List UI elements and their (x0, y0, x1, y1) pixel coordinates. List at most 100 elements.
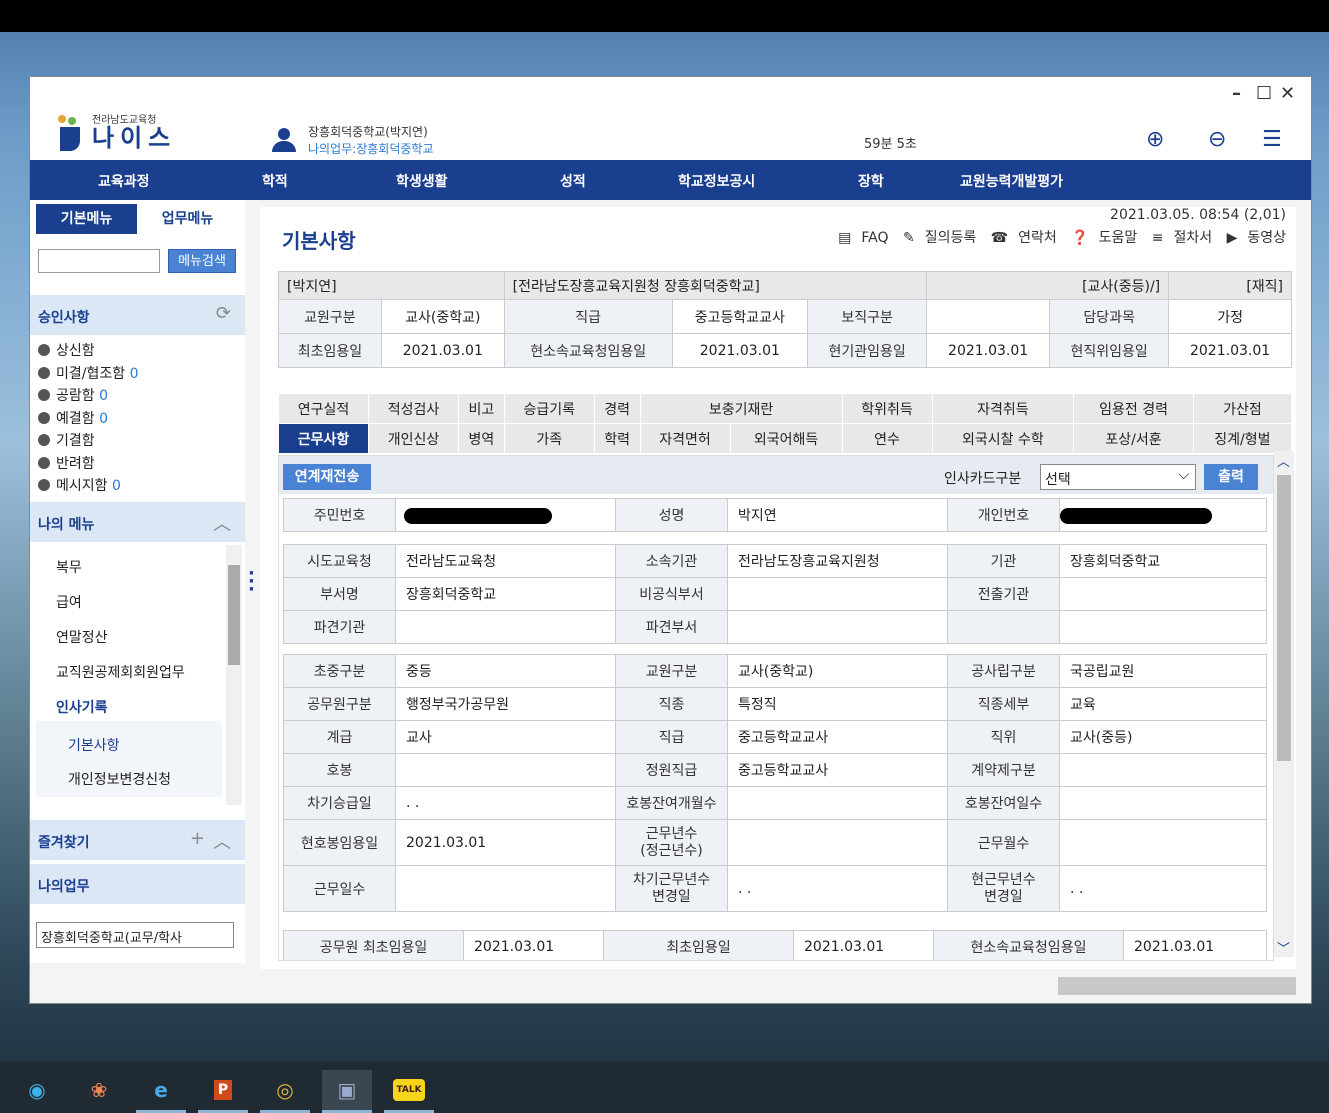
tab-personal[interactable]: 개인신상 (367, 423, 459, 454)
mymenu-item[interactable]: 연말정산 (56, 627, 108, 647)
print-button[interactable]: 출력 (1204, 464, 1258, 490)
approval-item[interactable]: 상신함 (38, 340, 139, 363)
tab-overseas[interactable]: 외국시찰 수학 (931, 423, 1075, 454)
scroll-thumb[interactable] (228, 565, 240, 665)
mymenu-item[interactable]: 교직원공제회회원업무 (56, 662, 185, 682)
mywork-header[interactable]: 나의업무 (30, 864, 245, 904)
panel-toolbar: 연계재전송 인사카드구분 선택 ⌵ 출력 (279, 456, 1273, 494)
nav-item[interactable]: 교원능력개발평가 (960, 171, 1063, 191)
field-value (1059, 753, 1267, 787)
bullet-icon (38, 344, 50, 356)
app-icon[interactable]: ▣ (322, 1070, 372, 1113)
minimize-icon[interactable]: – (1232, 83, 1241, 104)
tab-training[interactable]: 연수 (841, 423, 933, 454)
app-header: – ☐ ✕ 전라남도교육청 나이스 장흥회덕중학교(박지연) 나의업무:장흥회덕… (30, 77, 1311, 160)
field-value: 교사 (395, 720, 616, 754)
tab-work[interactable]: 근무사항 (278, 423, 369, 454)
tab-military[interactable]: 병역 (457, 423, 505, 454)
plus-icon[interactable]: + (190, 828, 205, 849)
scroll-thumb[interactable] (1277, 475, 1291, 761)
powerpoint-icon[interactable]: P (198, 1070, 248, 1113)
favorites-header[interactable]: 즐겨찾기 + ︿ (30, 820, 245, 860)
field-label: 직종세부 (947, 687, 1060, 721)
nav-item[interactable]: 학교정보공시 (678, 171, 755, 191)
approval-item[interactable]: 반려함 (38, 453, 139, 476)
scroll-up-icon[interactable]: ︿ (1277, 451, 1290, 470)
bullet-icon (38, 366, 50, 379)
approval-item[interactable]: 기결함 (38, 430, 139, 453)
tab-degree[interactable]: 학위취득 (841, 393, 933, 424)
horizontal-scrollbar[interactable] (1058, 977, 1296, 995)
menu-search-button[interactable]: 메뉴검색 (168, 249, 236, 273)
scroll-down-icon[interactable]: ﹀ (1277, 938, 1290, 957)
content-scrollbar[interactable]: ︿ ﹀ (1274, 451, 1294, 957)
close-icon[interactable]: ✕ (1280, 83, 1295, 104)
chevron-up-icon[interactable]: ︿ (213, 828, 231, 854)
card-type-select[interactable]: 선택 ⌵ (1040, 464, 1196, 490)
nav-item[interactable]: 학적 (262, 171, 288, 191)
mymenu-header[interactable]: 나의 메뉴 ︿ (30, 502, 245, 542)
tab-supplement[interactable]: 보충기재란 (639, 393, 843, 424)
mymenu-item[interactable]: 급여 (56, 592, 82, 612)
tab-work-menu[interactable]: 업무메뉴 (137, 204, 238, 234)
tab-discipline[interactable]: 징계/형벌 (1192, 423, 1293, 454)
submenu-item-basic[interactable]: 기본사항 (68, 735, 120, 755)
tab-education[interactable]: 학력 (593, 423, 641, 454)
tab-certificate[interactable]: 자격면허 (639, 423, 731, 454)
tab-remarks[interactable]: 비고 (457, 393, 505, 424)
approval-item[interactable]: 공람함 0 (38, 385, 139, 408)
chevron-up-icon[interactable]: ︿ (213, 510, 231, 536)
approval-item[interactable]: 메시지함 0 (38, 475, 139, 498)
mywork-select[interactable]: 장흥회덕중학교(교무/학사 (36, 922, 234, 948)
faq-link[interactable]: ▤ FAQ (838, 230, 888, 246)
hamburger-menu-icon[interactable]: ☰ (1262, 127, 1282, 152)
contact-link[interactable]: ☎ 연락처 (991, 230, 1057, 246)
menu-search-input[interactable] (38, 249, 160, 273)
approval-header[interactable]: 승인사항 ⟳ (30, 295, 245, 335)
kakaotalk-icon[interactable]: TALK (384, 1070, 434, 1113)
tab-basic-menu[interactable]: 기본메뉴 (36, 204, 137, 234)
tab-awards[interactable]: 포상/서훈 (1073, 423, 1194, 454)
mymenu-item[interactable]: 복무 (56, 557, 82, 577)
chrome-icon[interactable]: ◎ (260, 1070, 310, 1113)
tab-language[interactable]: 외국어해득 (729, 423, 843, 454)
question-link[interactable]: ✎ 질의등록 (903, 230, 976, 246)
help-link[interactable]: ❓ 도움말 (1071, 230, 1137, 246)
approval-item[interactable]: 예결함 0 (38, 408, 139, 431)
edge-icon[interactable]: ◉ (12, 1070, 62, 1110)
resend-button[interactable]: 연계재전송 (283, 464, 371, 490)
tab-research[interactable]: 연구실적 (278, 393, 369, 424)
approval-list: 상신함 미결/협조함 0 공람함 0 예결함 0 기결함 반려함 메시지함 0 (38, 340, 139, 498)
neis-logo[interactable]: 전라남도교육청 나이스 (56, 115, 176, 151)
approval-item[interactable]: 미결/협조함 0 (38, 363, 139, 386)
mymenu-scrollbar[interactable] (226, 545, 242, 805)
video-link[interactable]: ▶ 동영상 (1227, 230, 1286, 246)
submenu-item-change[interactable]: 개인정보변경신청 (68, 769, 171, 789)
tab-promotion[interactable]: 승급기록 (503, 393, 595, 424)
field-label: 부서명 (283, 577, 396, 611)
tab-career[interactable]: 경력 (593, 393, 641, 424)
nav-item[interactable]: 성적 (560, 171, 586, 191)
splitter-handle[interactable]: · · · (248, 565, 255, 599)
tab-pre-career[interactable]: 임용전 경력 (1073, 393, 1194, 424)
field-label: 차기승급일 (283, 786, 396, 820)
procedure-link[interactable]: ≡ 절차서 (1152, 230, 1212, 246)
refresh-icon[interactable]: ⟳ (216, 303, 231, 324)
paint-icon[interactable]: ❀ (74, 1070, 124, 1110)
summary-table: [박지연] [전라남도장흥교육지원청 장흥회덕중학교] [교사(중등)/] [재… (278, 271, 1292, 368)
field-label: 최초임용일 (603, 930, 794, 960)
ie-icon[interactable]: e (136, 1070, 186, 1113)
tab-family[interactable]: 가족 (503, 423, 595, 454)
nav-item[interactable]: 학생생활 (396, 171, 448, 191)
zoom-out-icon[interactable]: ⊖ (1208, 127, 1226, 152)
nav-item[interactable]: 장학 (858, 171, 884, 191)
tab-bonus[interactable]: 가산점 (1192, 393, 1293, 424)
zoom-in-icon[interactable]: ⊕ (1146, 127, 1164, 152)
nav-item[interactable]: 교육과정 (98, 171, 150, 191)
tab-license[interactable]: 자격취득 (931, 393, 1075, 424)
tab-aptitude[interactable]: 적성검사 (367, 393, 459, 424)
mymenu-item-personnel[interactable]: 인사기록 (56, 697, 108, 717)
maximize-icon[interactable]: ☐ (1256, 83, 1272, 104)
content-tabs: 연구실적 적성검사 비고 승급기록 경력 보충기재란 학위취득 자격취득 임용전… (278, 393, 1293, 454)
user-context-link[interactable]: 나의업무:장흥회덕중학교 (308, 140, 433, 157)
